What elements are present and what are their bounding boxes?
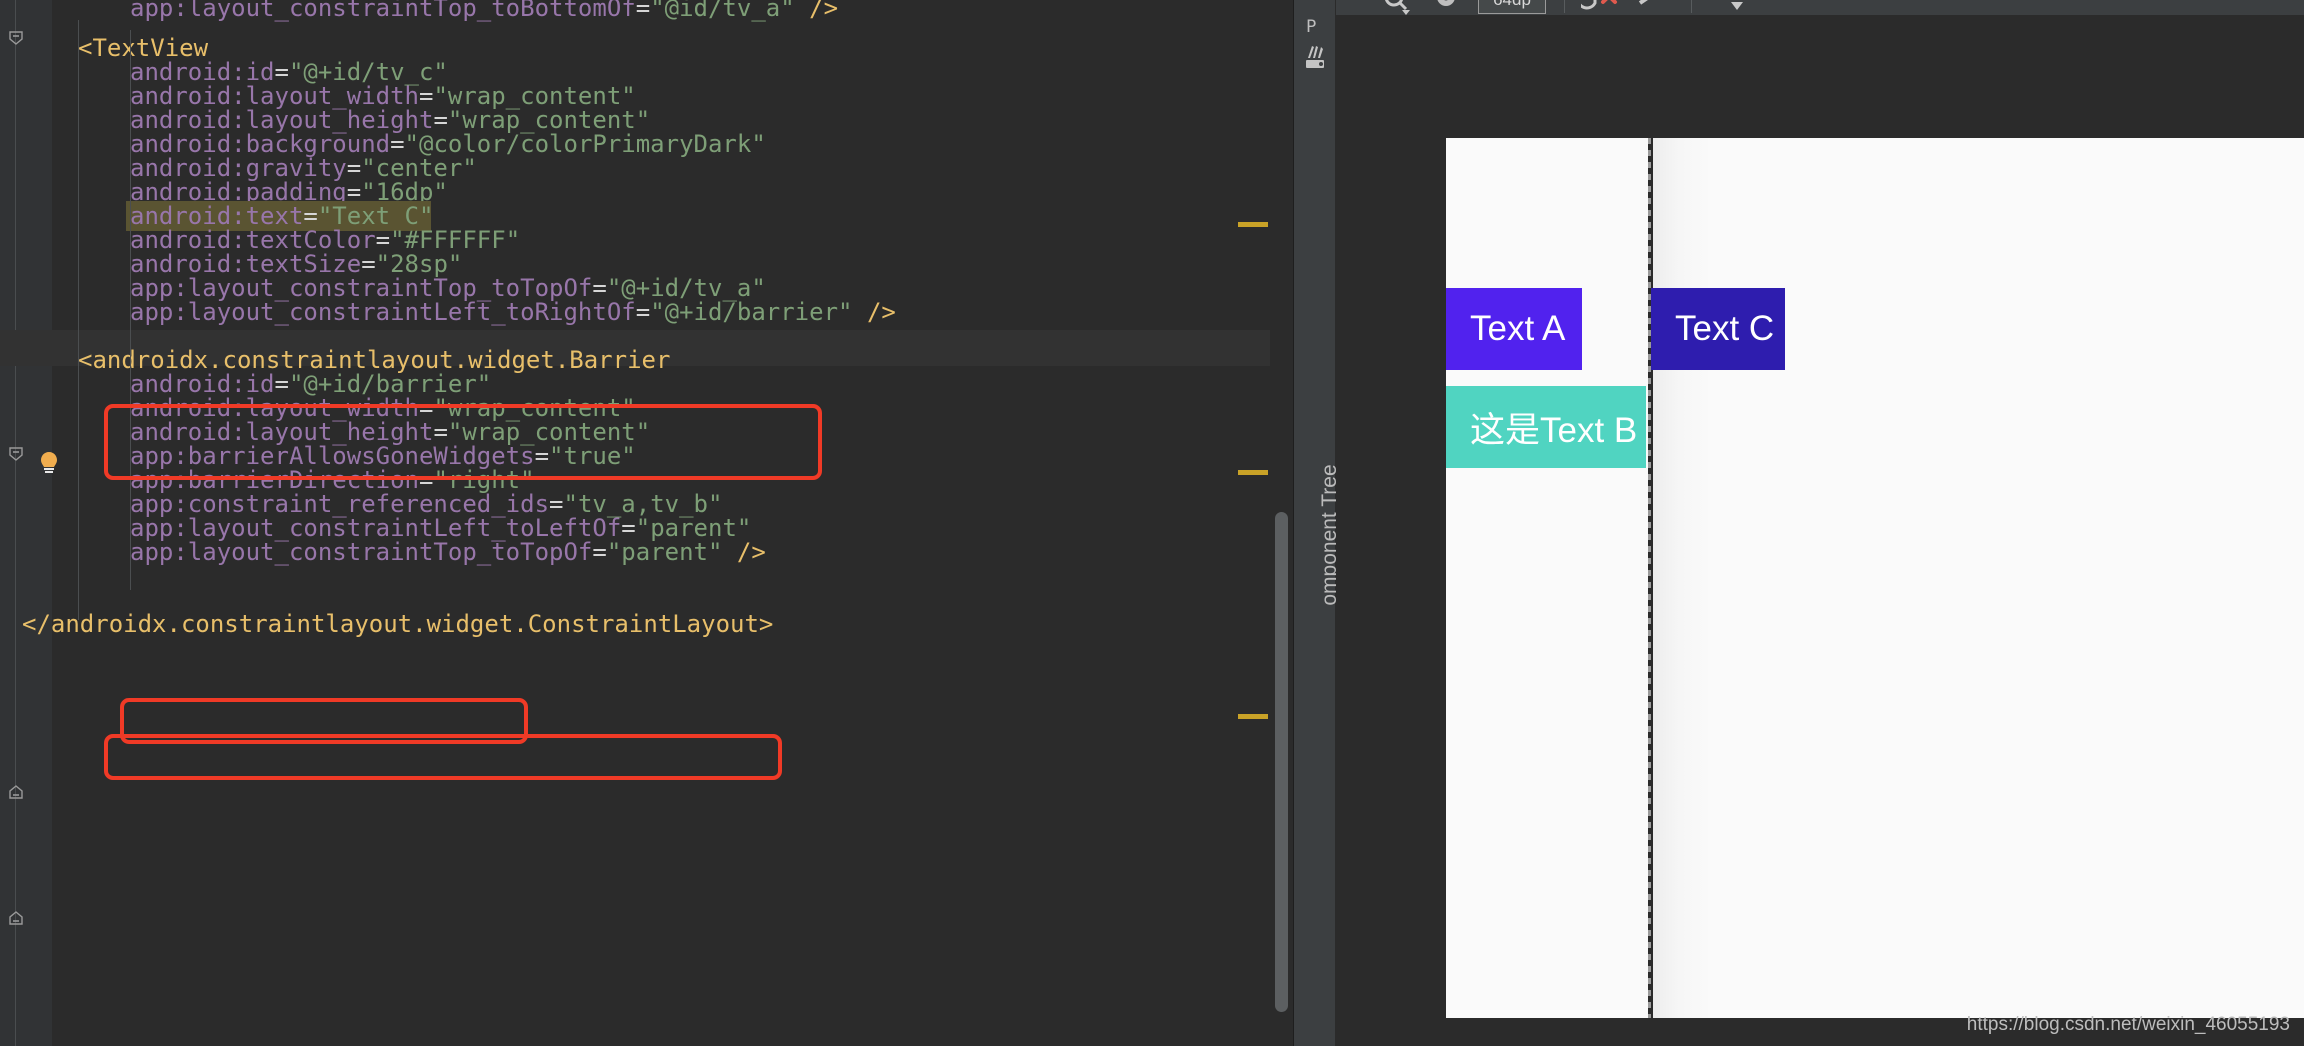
clear-constraints-icon[interactable] (1576, 0, 1623, 20)
lightbulb-icon[interactable] (36, 450, 62, 476)
magic-wand-icon[interactable] (1636, 0, 1676, 20)
warning-stripe[interactable] (1238, 470, 1268, 475)
device-canvas[interactable] (1446, 138, 1648, 1018)
code-token: app:layout_constraintTop_toTopOf (130, 538, 593, 566)
fold-marker-icon[interactable] (8, 910, 24, 926)
code-token: = (635, 0, 651, 22)
target-circle-icon[interactable] (1431, 0, 1461, 20)
indent-guide (130, 30, 131, 590)
preview-textview-tv_b[interactable]: 这是Text B (1446, 386, 1646, 468)
fold-marker-icon[interactable] (8, 446, 24, 462)
fold-marker-icon[interactable] (8, 30, 24, 46)
code-line[interactable]: app:layout_constraintTop_toTopOf = "parent… (0, 534, 1294, 570)
layout-preview-panel[interactable]: 64dp (1336, 0, 2304, 1046)
code-text-area[interactable]: app:layout_constraintTop_toBottomOf = "@id… (0, 0, 1294, 1046)
palette-icon[interactable]: P (1302, 14, 1328, 40)
preview-textview-label: Text A (1470, 309, 1566, 348)
code-token: "@+id/barrier" (650, 298, 853, 326)
editor-scrollbar[interactable] (1270, 0, 1294, 1046)
component-tree-toolwindow-strip[interactable]: P omponent Tree (1294, 0, 1341, 1046)
preview-textview-label: 这是Text B (1470, 410, 1638, 450)
align-baseline-icon[interactable] (1718, 0, 1756, 20)
code-token: "@id/tv_a" (650, 0, 795, 22)
code-token: </androidx.constraintlayout.widget.Const… (22, 610, 774, 638)
fold-marker-icon[interactable] (8, 784, 24, 800)
code-token: /> (852, 298, 896, 326)
preview-textview-tv_c[interactable]: Text C (1651, 288, 1785, 370)
svg-text:P: P (1306, 17, 1316, 37)
design-surface-icon[interactable] (1302, 44, 1330, 72)
watermark-url: https://blog.csdn.net/weixin_46055193 (1966, 1014, 2290, 1035)
preview-textview-label: Text C (1675, 309, 1775, 348)
barrier-guideline[interactable] (1648, 138, 1651, 1018)
code-line[interactable]: </androidx.constraintlayout.widget.Const… (0, 606, 1294, 642)
toolbar-separator-1 (1564, 0, 1565, 13)
device-canvas-overflow (1653, 138, 2304, 1018)
code-token: /> (794, 0, 839, 22)
code-line[interactable]: app:layout_constraintTop_toBottomOf = "@id… (0, 0, 1294, 26)
preview-toolbar[interactable]: 64dp (1336, 0, 2304, 16)
android-studio-window: app:layout_constraintTop_toBottomOf = "@id… (0, 0, 2304, 1046)
code-token: = (635, 298, 651, 326)
code-token: = (592, 538, 607, 566)
code-line[interactable]: app:layout_constraintLeft_toRightOf = "@+i… (0, 294, 1294, 330)
indent-guide (78, 20, 79, 620)
code-token: /> (722, 538, 766, 566)
scrollbar-thumb[interactable] (1275, 512, 1288, 1012)
watermark-strip (2104, 998, 2304, 1008)
magnifier-icon[interactable] (1381, 0, 1413, 20)
warning-stripe[interactable] (1238, 714, 1268, 719)
code-token: app:layout_constraintTop_toBottomOf (130, 0, 636, 22)
zoom-level-field[interactable]: 64dp (1478, 0, 1546, 14)
code-token: "parent" (606, 538, 723, 566)
preview-textview-tv_a[interactable]: Text A (1446, 288, 1582, 370)
toolbar-separator-2 (1691, 0, 1692, 13)
xml-code-editor[interactable]: app:layout_constraintTop_toBottomOf = "@id… (0, 0, 1294, 1046)
warning-stripe[interactable] (1238, 222, 1268, 227)
code-token: app:layout_constraintLeft_toRightOf (130, 298, 636, 326)
